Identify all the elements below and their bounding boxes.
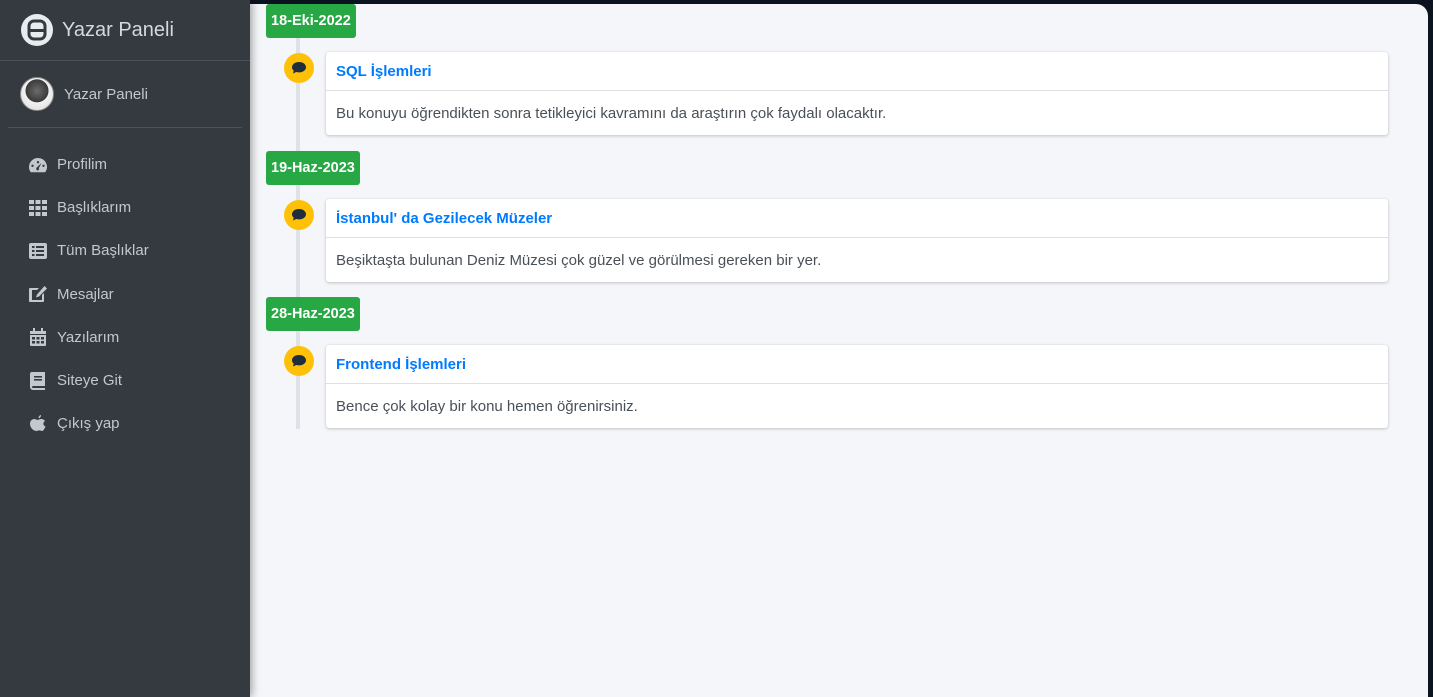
sidebar-item-label: Başlıklarım: [57, 199, 132, 217]
app-window: Yazar Paneli Yazar Paneli Profilim Başlı…: [0, 0, 1433, 697]
apple-icon: [28, 414, 48, 434]
edit-icon: [28, 284, 48, 304]
sidebar-item-siteye-git[interactable]: Siteye Git: [0, 359, 250, 402]
timeline-item-title[interactable]: SQL İşlemleri: [326, 52, 1388, 91]
comment-icon: [284, 346, 314, 376]
sidebar-item-label: Yazılarım: [57, 328, 120, 346]
letter-a-logo-icon: [21, 14, 53, 46]
brand-link[interactable]: Yazar Paneli: [0, 0, 250, 61]
timeline-item-title[interactable]: Frontend İşlemleri: [326, 345, 1388, 384]
comment-icon: [284, 200, 314, 230]
sidebar-item-tum-basliklar[interactable]: Tüm Başlıklar: [0, 229, 250, 272]
sidebar-item-label: Çıkış yap: [57, 415, 120, 433]
sidebar-item-label: Mesajlar: [57, 285, 114, 303]
sidebar-item-label: Tüm Başlıklar: [57, 242, 149, 260]
user-avatar[interactable]: [20, 77, 54, 111]
content-wrapper: 18-Eki-2022 SQL İşlemleri Bu konuyu öğre…: [250, 4, 1428, 697]
sidebar-item-cikis-yap[interactable]: Çıkış yap: [0, 402, 250, 445]
timeline-date-badge: 19-Haz-2023: [266, 151, 360, 185]
comment-icon: [284, 53, 314, 83]
sidebar-item-label: Siteye Git: [57, 372, 123, 390]
timeline-item: SQL İşlemleri Bu konuyu öğrendikten sonr…: [326, 52, 1388, 135]
list-alt-icon: [28, 241, 48, 261]
timeline-item: Frontend İşlemleri Bence çok kolay bir k…: [326, 345, 1388, 428]
sidebar-item-label: Profilim: [57, 156, 108, 174]
user-name[interactable]: Yazar Paneli: [64, 86, 148, 103]
timeline-item-body: Bu konuyu öğrendikten sonra tetikleyici …: [336, 104, 887, 122]
timeline-item-body: Bence çok kolay bir konu hemen öğrenirsi…: [336, 397, 638, 415]
grid-icon: [28, 198, 48, 218]
sidebar-item-yazilarim[interactable]: Yazılarım: [0, 316, 250, 359]
sidebar-item-profilim[interactable]: Profilim: [0, 143, 250, 186]
book-icon: [28, 371, 48, 391]
timeline-item-title[interactable]: İstanbul' da Gezilecek Müzeler: [326, 199, 1388, 238]
brand-title: Yazar Paneli: [62, 18, 174, 41]
timeline-date-badge: 28-Haz-2023: [266, 297, 360, 331]
sidebar-item-basliklarim[interactable]: Başlıklarım: [0, 186, 250, 229]
sidebar-nav: Profilim Başlıklarım Tüm Başlıklar Mesaj…: [0, 143, 250, 445]
sidebar-item-mesajlar[interactable]: Mesajlar: [0, 273, 250, 316]
sidebar: Yazar Paneli Yazar Paneli Profilim Başlı…: [0, 0, 250, 697]
tachometer-icon: [28, 155, 48, 175]
calendar-icon: [28, 327, 48, 347]
timeline-item: İstanbul' da Gezilecek Müzeler Beşiktaşt…: [326, 199, 1388, 282]
user-panel[interactable]: Yazar Paneli: [8, 61, 242, 128]
timeline-item-body: Beşiktaşta bulunan Deniz Müzesi çok güze…: [336, 251, 822, 269]
timeline-date-badge: 18-Eki-2022: [266, 4, 356, 38]
